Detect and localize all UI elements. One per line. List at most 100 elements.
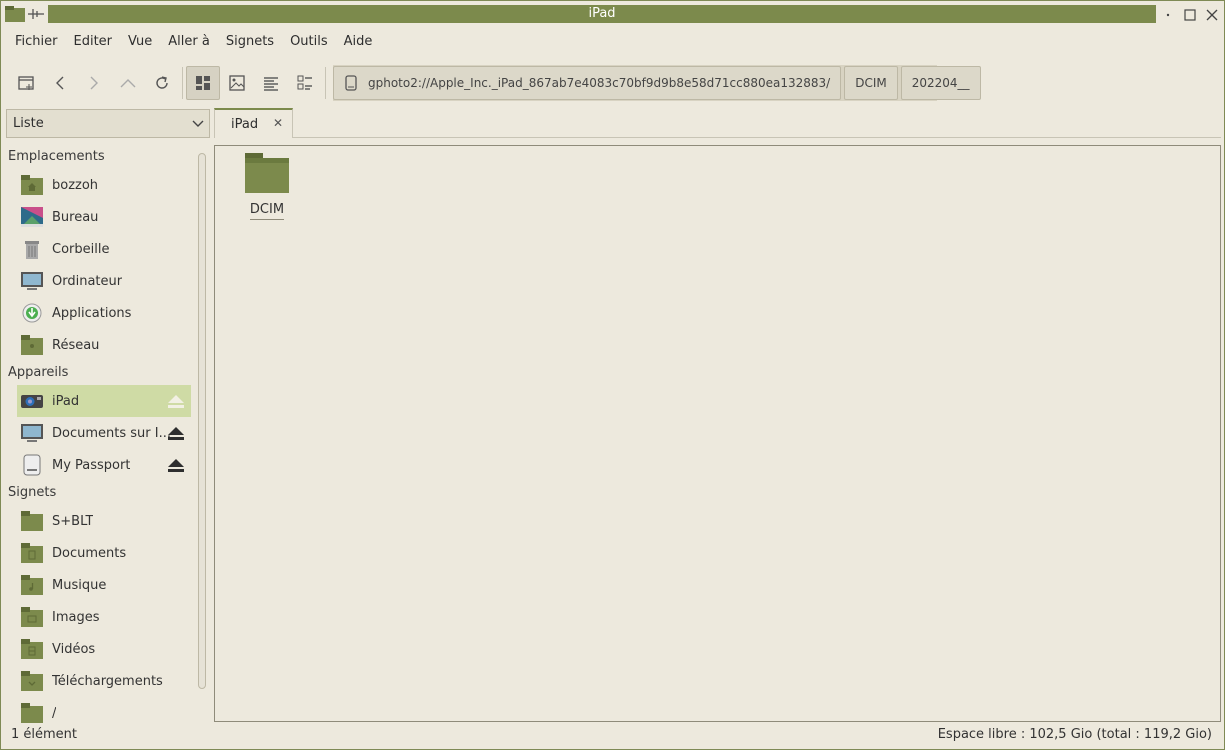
side-pane-select-value: Liste xyxy=(13,116,44,131)
desktop-icon xyxy=(19,205,45,229)
icon-view-button[interactable] xyxy=(186,66,220,100)
path-segment-202204[interactable]: 202204__ xyxy=(900,66,981,100)
pin-icon[interactable] xyxy=(27,4,45,24)
sidebar-item-network[interactable]: Réseau xyxy=(17,329,191,361)
sidebar-item-label: iPad xyxy=(52,393,80,409)
sidebar-item-label: S+BLT xyxy=(52,513,94,529)
status-free-space: Espace libre : 102,5 Gio (total : 119,2 … xyxy=(937,727,1212,742)
new-window-button[interactable] xyxy=(9,66,43,100)
window-menu-icon[interactable] xyxy=(4,4,26,24)
camera-icon xyxy=(19,389,45,413)
computer-icon xyxy=(19,421,45,445)
section-devices: Appareils xyxy=(8,365,69,380)
tab-divider xyxy=(293,137,1221,138)
maximize-button[interactable] xyxy=(1181,6,1199,24)
side-pane-select[interactable]: Liste xyxy=(6,109,210,138)
menu-aller[interactable]: Aller à xyxy=(160,29,218,55)
menu-fichier[interactable]: Fichier xyxy=(7,29,66,55)
sidebar-item-computer[interactable]: Ordinateur xyxy=(17,265,191,297)
file-item-dcim[interactable]: DCIM xyxy=(239,152,295,220)
sidebar-item-home[interactable]: bozzoh xyxy=(17,169,191,201)
chevron-down-icon xyxy=(191,116,205,134)
menu-signets[interactable]: Signets xyxy=(218,29,282,55)
path-bar: gphoto2://Apple_Inc._iPad_867ab7e4083c70… xyxy=(333,65,981,101)
sidebar-item-label: Bureau xyxy=(52,209,99,225)
sidebar-item-documents-device[interactable]: Documents sur I... xyxy=(17,417,191,449)
music-folder-icon xyxy=(19,573,45,597)
eject-icon[interactable] xyxy=(167,393,185,413)
thumbnail-view-button[interactable] xyxy=(220,66,254,100)
downloads-folder-icon xyxy=(19,669,45,693)
network-folder-icon xyxy=(19,333,45,357)
home-folder-icon xyxy=(19,173,45,197)
folder-icon xyxy=(19,509,45,533)
computer-icon xyxy=(19,269,45,293)
toolbar-separator xyxy=(182,67,183,99)
sidebar-item-music[interactable]: Musique xyxy=(17,569,191,601)
up-button[interactable] xyxy=(111,66,145,100)
file-manager-window: iPad Fichier Editer Vue Aller à Signets … xyxy=(0,0,1225,750)
minimize-button[interactable] xyxy=(1159,6,1177,24)
sidebar-item-label: Corbeille xyxy=(52,241,110,257)
sidebar-item-images[interactable]: Images xyxy=(17,601,191,633)
sidebar-item-sblt[interactable]: S+BLT xyxy=(17,505,191,537)
path-segment-dcim[interactable]: DCIM xyxy=(844,66,898,100)
sidebar-item-label: / xyxy=(52,705,57,721)
forward-button[interactable] xyxy=(77,66,111,100)
back-button[interactable] xyxy=(43,66,77,100)
sidebar-item-label: Musique xyxy=(52,577,107,593)
menu-aide[interactable]: Aide xyxy=(336,29,381,55)
folder-icon xyxy=(19,701,45,725)
sidebar-item-label: Téléchargements xyxy=(52,673,163,689)
file-name: DCIM xyxy=(249,202,285,220)
eject-icon[interactable] xyxy=(167,425,185,445)
sidebar-item-label: Documents xyxy=(52,545,127,561)
menu-vue[interactable]: Vue xyxy=(120,29,160,55)
sidebar-item-videos[interactable]: Vidéos xyxy=(17,633,191,665)
sidebar-scrollbar[interactable] xyxy=(198,153,206,689)
path-segment-device[interactable]: gphoto2://Apple_Inc._iPad_867ab7e4083c70… xyxy=(333,66,842,100)
sidebar-item-label: bozzoh xyxy=(52,177,99,193)
toolbar xyxy=(9,64,329,102)
sidebar-item-documents[interactable]: Documents xyxy=(17,537,191,569)
toolbar-separator xyxy=(325,67,326,99)
section-bookmarks: Signets xyxy=(8,485,57,500)
sidebar-item-downloads[interactable]: Téléchargements xyxy=(17,665,191,697)
documents-folder-icon xyxy=(19,541,45,565)
close-tab-icon[interactable]: ✕ xyxy=(273,116,283,130)
menu-outils[interactable]: Outils xyxy=(282,29,336,55)
status-item-count: 1 élément xyxy=(11,727,78,742)
sidebar-item-my-passport[interactable]: My Passport xyxy=(17,449,191,481)
sidebar-item-ipad[interactable]: iPad xyxy=(17,385,191,417)
sidebar-item-label: Applications xyxy=(52,305,132,321)
menu-editer[interactable]: Editer xyxy=(66,29,121,55)
path-segment-label: gphoto2://Apple_Inc._iPad_867ab7e4083c70… xyxy=(368,76,831,90)
sidebar-item-root[interactable]: / xyxy=(17,697,191,725)
close-button[interactable] xyxy=(1203,6,1221,24)
applications-icon xyxy=(19,301,45,325)
tab-ipad[interactable]: iPad ✕ xyxy=(214,108,293,138)
window-title: iPad xyxy=(48,5,1156,23)
file-view[interactable]: DCIM xyxy=(214,145,1221,722)
section-places: Emplacements xyxy=(8,149,105,164)
sidebar-item-desktop[interactable]: Bureau xyxy=(17,201,191,233)
sidebar-item-label: Images xyxy=(52,609,100,625)
reload-button[interactable] xyxy=(145,66,179,100)
videos-folder-icon xyxy=(19,637,45,661)
compact-view-button[interactable] xyxy=(288,66,322,100)
images-folder-icon xyxy=(19,605,45,629)
sidebar-item-label: Documents sur I... xyxy=(52,425,171,441)
sidebar-item-trash[interactable]: Corbeille xyxy=(17,233,191,265)
folder-icon xyxy=(239,152,295,198)
eject-icon[interactable] xyxy=(167,457,185,477)
drive-icon xyxy=(344,75,358,91)
list-view-button[interactable] xyxy=(254,66,288,100)
trash-icon xyxy=(19,237,45,261)
sidebar-item-label: Ordinateur xyxy=(52,273,123,289)
hard-drive-icon xyxy=(19,453,45,477)
sidebar-item-label: My Passport xyxy=(52,457,131,473)
sidebar: Emplacements bozzoh Bureau Corbeille Ord… xyxy=(1,145,211,725)
sidebar-item-label: Réseau xyxy=(52,337,100,353)
sidebar-item-applications[interactable]: Applications xyxy=(17,297,191,329)
titlebar: iPad xyxy=(1,1,1224,28)
